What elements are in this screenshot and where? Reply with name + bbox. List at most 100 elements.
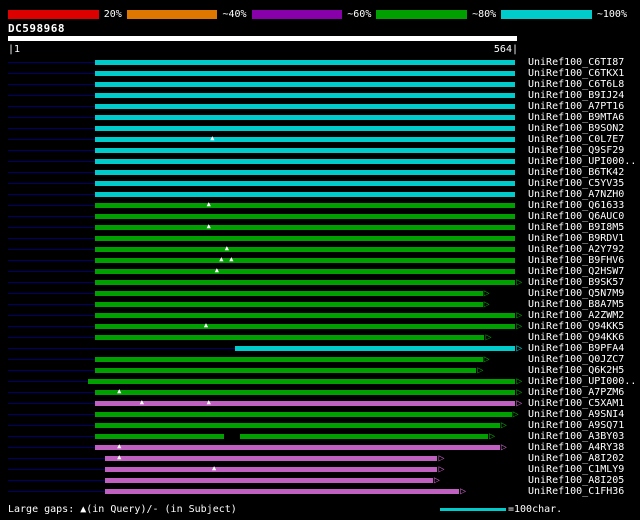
hit-label[interactable]: UniRef100_UPI000..	[528, 376, 636, 387]
alignment-row[interactable]: ▷ ▲ UniRef100_A4RY38	[0, 442, 640, 453]
alignment-row[interactable]: ▷ UniRef100_UPI000..	[0, 376, 640, 387]
hit-bar[interactable]	[94, 401, 516, 406]
hit-label[interactable]: UniRef100_C6TI87	[528, 57, 624, 68]
hit-bar[interactable]	[94, 445, 500, 450]
hit-bar[interactable]	[94, 137, 516, 142]
hit-bar[interactable]	[94, 269, 516, 274]
hit-bar[interactable]	[94, 434, 225, 439]
hit-label[interactable]: UniRef100_Q6K2H5	[528, 365, 624, 376]
hit-bar[interactable]	[94, 115, 516, 120]
alignment-row[interactable]: ▷ UniRef100_B8A7M5	[0, 299, 640, 310]
hit-bar[interactable]	[234, 346, 516, 351]
hit-label[interactable]: UniRef100_C1MLY9	[528, 464, 624, 475]
alignment-row[interactable]: UniRef100_A7NZH0	[0, 189, 640, 200]
hit-label[interactable]: UniRef100_A9SNI4	[528, 409, 624, 420]
alignment-row[interactable]: ▲ UniRef100_Q61633	[0, 200, 640, 211]
hit-label[interactable]: UniRef100_C6TKX1	[528, 68, 624, 79]
hit-label[interactable]: UniRef100_C5XAM1	[528, 398, 624, 409]
hit-label[interactable]: UniRef100_Q61633	[528, 200, 624, 211]
alignment-row[interactable]: UniRef100_C6TKX1	[0, 68, 640, 79]
hit-bar[interactable]	[88, 379, 516, 384]
hit-bar[interactable]	[94, 313, 516, 318]
hit-label[interactable]: UniRef100_Q94KK5	[528, 321, 624, 332]
hit-bar[interactable]	[94, 423, 500, 428]
hit-bar[interactable]	[94, 181, 516, 186]
hit-bar[interactable]	[94, 357, 483, 362]
alignment-row[interactable]: UniRef100_Q9SF29	[0, 145, 640, 156]
hit-bar[interactable]	[104, 489, 460, 494]
alignment-row[interactable]: UniRef100_B9SON2	[0, 123, 640, 134]
alignment-row[interactable]: ▲ ▲ UniRef100_B9FHV6	[0, 255, 640, 266]
hit-label[interactable]: UniRef100_C1FH36	[528, 486, 624, 497]
hit-bar[interactable]	[94, 60, 516, 65]
hit-label[interactable]: UniRef100_Q0JZC7	[528, 354, 624, 365]
alignment-row[interactable]: UniRef100_UPI000..	[0, 156, 640, 167]
alignment-row[interactable]: UniRef100_C5YV35	[0, 178, 640, 189]
alignment-row[interactable]: UniRef100_B9MTA6	[0, 112, 640, 123]
hit-bar[interactable]	[94, 93, 516, 98]
hit-label[interactable]: UniRef100_C5YV35	[528, 178, 624, 189]
hit-label[interactable]: UniRef100_B9IJ24	[528, 90, 624, 101]
hit-label[interactable]: UniRef100_A7PZM6	[528, 387, 624, 398]
alignment-row[interactable]: ▷ UniRef100_A9SNI4	[0, 409, 640, 420]
hit-bar[interactable]	[104, 456, 438, 461]
hit-label[interactable]: UniRef100_Q2HSW7	[528, 266, 624, 277]
hit-bar[interactable]	[94, 104, 516, 109]
alignment-row[interactable]: ▷ ▲ UniRef100_C1MLY9	[0, 464, 640, 475]
hit-bar[interactable]	[94, 236, 516, 241]
alignment-row[interactable]: ▷ ▲ UniRef100_A7PZM6	[0, 387, 640, 398]
hit-bar[interactable]	[94, 291, 483, 296]
hit-label[interactable]: UniRef100_A8I202	[528, 453, 624, 464]
hit-label[interactable]: UniRef100_C6T6L8	[528, 79, 624, 90]
alignment-row[interactable]: ▲ UniRef100_C0L7E7	[0, 134, 640, 145]
hit-label[interactable]: UniRef100_A7NZH0	[528, 189, 624, 200]
hit-label[interactable]: UniRef100_A9SQ71	[528, 420, 624, 431]
hit-label[interactable]: UniRef100_B9SON2	[528, 123, 624, 134]
hit-label[interactable]: UniRef100_B9RDV1	[528, 233, 624, 244]
alignment-row[interactable]: UniRef100_B9IJ24	[0, 90, 640, 101]
alignment-row[interactable]: ▷ UniRef100_Q5N7M9	[0, 288, 640, 299]
alignment-row[interactable]: ▷ UniRef100_A8I205	[0, 475, 640, 486]
alignment-row[interactable]: ▷ UniRef100_Q0JZC7	[0, 354, 640, 365]
hit-label[interactable]: UniRef100_B9MTA6	[528, 112, 624, 123]
hit-bar[interactable]	[94, 280, 516, 285]
alignment-row[interactable]: ▲ UniRef100_Q2HSW7	[0, 266, 640, 277]
hit-bar[interactable]	[94, 82, 516, 87]
alignment-row[interactable]: ▷ UniRef100_B9SK57	[0, 277, 640, 288]
hit-label[interactable]: UniRef100_B9PFA4	[528, 343, 624, 354]
hit-bar[interactable]	[94, 390, 516, 395]
hit-bar[interactable]	[94, 335, 485, 340]
alignment-row[interactable]: ▷ ▲ UniRef100_A8I202	[0, 453, 640, 464]
hit-label[interactable]: UniRef100_A2Y792	[528, 244, 624, 255]
hit-label[interactable]: UniRef100_Q6AUC0	[528, 211, 624, 222]
alignment-row[interactable]: UniRef100_Q6AUC0	[0, 211, 640, 222]
hit-bar[interactable]	[94, 412, 512, 417]
hit-label[interactable]: UniRef100_A4RY38	[528, 442, 624, 453]
hit-label[interactable]: UniRef100_B8A7M5	[528, 299, 624, 310]
hit-label[interactable]: UniRef100_B6TK42	[528, 167, 624, 178]
hit-bar[interactable]	[94, 214, 516, 219]
hit-bar[interactable]	[104, 478, 433, 483]
hit-label[interactable]: UniRef100_Q94KK6	[528, 332, 624, 343]
hit-label[interactable]: UniRef100_B9I8M5	[528, 222, 624, 233]
alignment-row[interactable]: ▷ UniRef100_Q6K2H5	[0, 365, 640, 376]
alignment-row[interactable]: ▷ UniRef100_B9PFA4	[0, 343, 640, 354]
alignment-row[interactable]: ▷ ▲ ▲ UniRef100_C5XAM1	[0, 398, 640, 409]
alignment-row[interactable]: UniRef100_A7PT16	[0, 101, 640, 112]
hit-label[interactable]: UniRef100_UPI000..	[528, 156, 636, 167]
hit-label[interactable]: UniRef100_Q5N7M9	[528, 288, 624, 299]
hit-bar[interactable]	[94, 148, 516, 153]
hit-bar[interactable]	[94, 159, 516, 164]
alignment-row[interactable]: UniRef100_C6T6L8	[0, 79, 640, 90]
hit-bar[interactable]	[94, 170, 516, 175]
hit-bar[interactable]	[240, 434, 489, 439]
alignment-row[interactable]: ▲ UniRef100_A2Y792	[0, 244, 640, 255]
alignment-row[interactable]: ▷ UniRef100_A9SQ71	[0, 420, 640, 431]
hit-label[interactable]: UniRef100_B9SK57	[528, 277, 624, 288]
hit-label[interactable]: UniRef100_A7PT16	[528, 101, 624, 112]
alignment-row[interactable]: ▷ UniRef100_Q94KK6	[0, 332, 640, 343]
hit-label[interactable]: UniRef100_A8I205	[528, 475, 624, 486]
hit-label[interactable]: UniRef100_B9FHV6	[528, 255, 624, 266]
hit-bar[interactable]	[94, 192, 516, 197]
alignment-row[interactable]: ▷ UniRef100_A3BY03	[0, 431, 640, 442]
